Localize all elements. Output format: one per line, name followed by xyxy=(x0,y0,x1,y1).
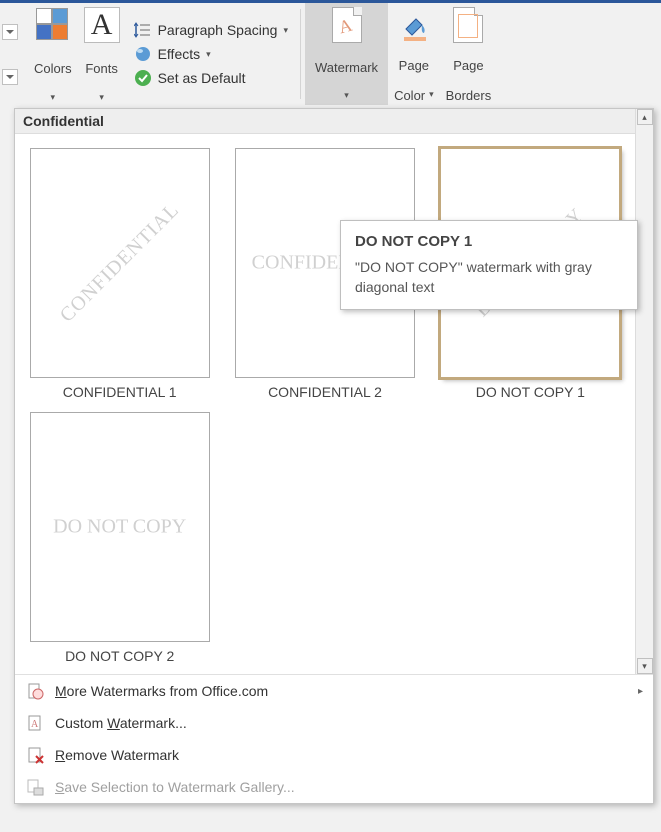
paragraph-spacing-label: Paragraph Spacing xyxy=(158,22,278,38)
gallery-scrollbar[interactable]: ▾ xyxy=(635,134,653,674)
fonts-label: Fonts xyxy=(85,61,118,76)
fonts-button[interactable]: A Fonts ▾ xyxy=(78,3,126,105)
page-borders-button[interactable]: Page Borders xyxy=(440,3,498,105)
svg-text:A: A xyxy=(31,719,39,730)
separator xyxy=(300,9,301,99)
colors-button[interactable]: Colors ▾ xyxy=(28,3,78,105)
gallery-thumb-label: DO NOT COPY 2 xyxy=(65,648,174,664)
chevron-down-icon: ▾ xyxy=(206,49,211,60)
scroll-up-button[interactable]: ▴ xyxy=(637,109,653,125)
remove-page-icon xyxy=(25,745,45,765)
menu-more-office[interactable]: More Watermarks from Office.com ▸ xyxy=(15,675,653,707)
effects-icon xyxy=(134,45,152,63)
qat-dropdown-2[interactable] xyxy=(2,69,18,85)
menu-remove-watermark-label: Remove Watermark xyxy=(55,747,179,763)
effects-label: Effects xyxy=(158,46,201,62)
watermark-button[interactable]: A Watermark ▾ xyxy=(305,3,388,105)
chevron-down-icon: ▾ xyxy=(99,92,104,103)
quick-access-col xyxy=(0,3,28,105)
chevron-down-icon: ▾ xyxy=(51,92,56,103)
ribbon: Colors ▾ A Fonts ▾ Paragraph Spacing ▾ E… xyxy=(0,0,661,105)
gallery-thumb-label: CONFIDENTIAL 1 xyxy=(63,384,177,400)
watermark-icon: A xyxy=(329,7,365,43)
save-gallery-icon xyxy=(25,777,45,797)
menu-save-selection: Save Selection to Watermark Gallery... xyxy=(15,771,653,803)
page-color-icon xyxy=(396,7,432,43)
page-color-button[interactable]: Page Colors Color ▾ xyxy=(388,3,440,105)
effects-button[interactable]: Effects ▾ xyxy=(134,45,288,63)
colors-icon xyxy=(35,7,71,43)
tooltip-title: DO NOT COPY 1 xyxy=(355,233,623,250)
set-default-button[interactable]: Set as Default xyxy=(134,69,288,87)
page-borders-label-line2: Borders xyxy=(446,88,492,103)
watermark-label: Watermark xyxy=(315,60,378,75)
menu-remove-watermark[interactable]: Remove Watermark xyxy=(15,739,653,771)
page-borders-label-line1: Page xyxy=(453,58,483,73)
paragraph-spacing-button[interactable]: Paragraph Spacing ▾ xyxy=(134,21,288,39)
colors-label: Colors xyxy=(34,61,72,76)
chevron-down-icon: ▾ xyxy=(429,89,434,100)
watermark-text: CONFIDENTIAL xyxy=(55,199,183,327)
page-color-label-line2: Color xyxy=(394,88,425,103)
gallery-thumb[interactable]: CONFIDENTIAL CONFIDENTIAL 1 xyxy=(29,148,210,400)
formatting-stack: Paragraph Spacing ▾ Effects ▾ Set as Def… xyxy=(126,3,296,105)
fonts-icon: A xyxy=(84,7,120,43)
page-a-icon: A xyxy=(25,713,45,733)
page-color-label-line1: Page xyxy=(399,58,429,73)
globe-icon xyxy=(25,681,45,701)
chevron-down-icon: ▾ xyxy=(283,25,288,36)
scroll-down-button[interactable]: ▾ xyxy=(637,658,653,674)
gallery-menu: More Watermarks from Office.com ▸ A Cust… xyxy=(15,674,653,803)
paragraph-spacing-icon xyxy=(134,21,152,39)
menu-more-office-label: More Watermarks from Office.com xyxy=(55,683,268,699)
gallery-thumb-label: CONFIDENTIAL 2 xyxy=(268,384,382,400)
menu-custom-watermark[interactable]: A Custom Watermark... xyxy=(15,707,653,739)
page-borders-icon xyxy=(450,7,486,43)
gallery-thumb-label: DO NOT COPY 1 xyxy=(476,384,585,400)
chevron-down-icon: ▾ xyxy=(344,90,349,101)
tooltip: DO NOT COPY 1 "DO NOT COPY" watermark wi… xyxy=(340,220,638,310)
chevron-right-icon: ▸ xyxy=(638,686,643,697)
watermark-gallery-panel: Confidential ▴ CONFIDENTIAL CONFIDENTIAL … xyxy=(14,108,654,804)
watermark-text: DO NOT COPY xyxy=(53,516,186,539)
checkmark-icon xyxy=(134,69,152,87)
gallery-section-header: Confidential xyxy=(15,109,635,134)
set-default-label: Set as Default xyxy=(158,70,246,86)
gallery-thumbnails: CONFIDENTIAL CONFIDENTIAL 1CONFIDENTIAL CO… xyxy=(15,134,635,674)
qat-dropdown-1[interactable] xyxy=(2,24,18,40)
menu-save-selection-label: Save Selection to Watermark Gallery... xyxy=(55,779,295,795)
tooltip-body: "DO NOT COPY" watermark with gray diagon… xyxy=(355,258,623,297)
menu-custom-watermark-label: Custom Watermark... xyxy=(55,715,187,731)
gallery-thumb[interactable]: DO NOT COPY DO NOT COPY 2 xyxy=(29,412,210,664)
